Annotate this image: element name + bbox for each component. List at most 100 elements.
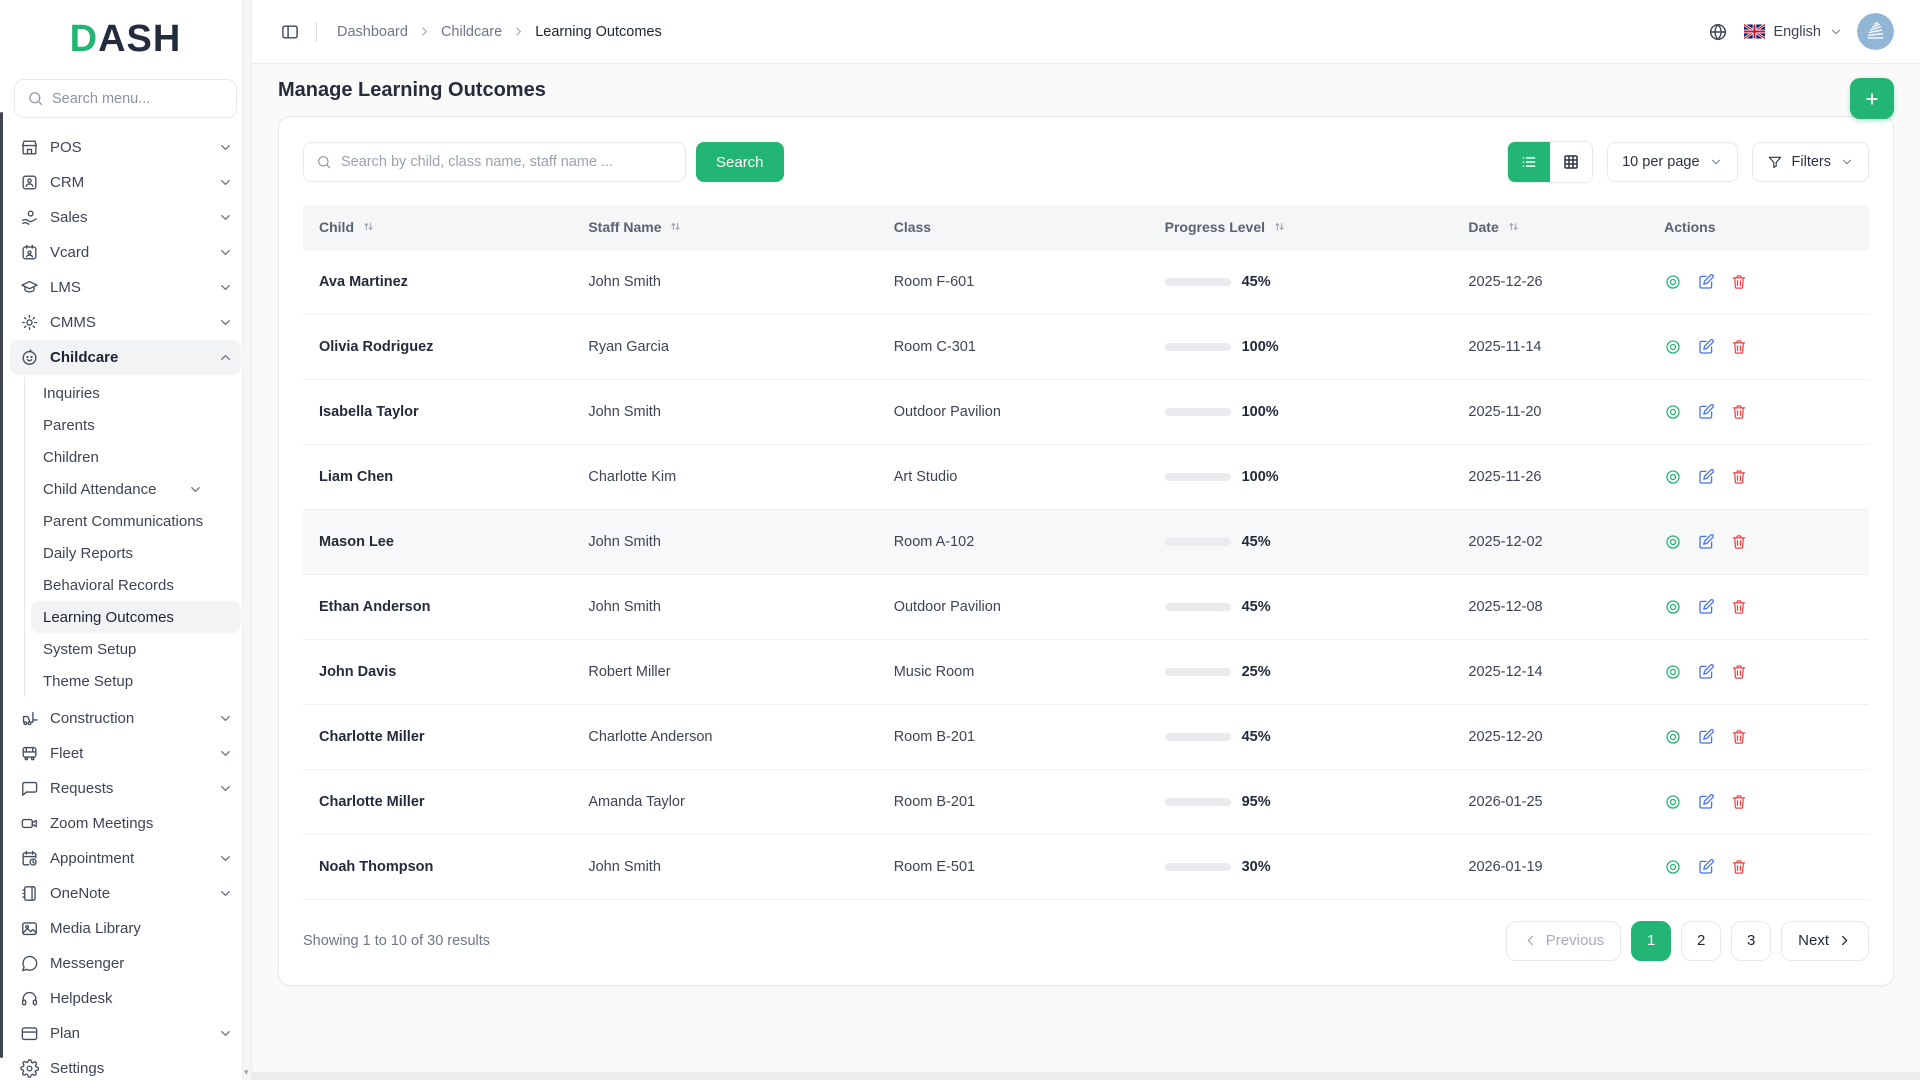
edit-button[interactable] xyxy=(1697,533,1715,551)
sidebar-subitem-label: System Setup xyxy=(43,640,137,658)
sidebar-search[interactable] xyxy=(14,79,237,118)
edit-button[interactable] xyxy=(1697,663,1715,681)
sidebar-item-lms[interactable]: LMS xyxy=(10,270,241,305)
edit-button[interactable] xyxy=(1697,338,1715,356)
cell-class: Room E-501 xyxy=(877,834,1149,900)
sidebar-item-helpdesk[interactable]: Helpdesk xyxy=(10,981,241,1016)
column-header-date[interactable]: Date xyxy=(1452,205,1649,249)
sidebar-item-childcare[interactable]: Childcare xyxy=(10,340,241,375)
sidebar-item-crm[interactable]: CRM xyxy=(10,165,241,200)
grid-view-button[interactable] xyxy=(1550,142,1593,182)
filter-funnel-icon xyxy=(1767,154,1783,170)
view-button[interactable] xyxy=(1664,728,1682,746)
app-logo[interactable]: D ASH xyxy=(0,18,251,61)
sidebar-search-input[interactable] xyxy=(52,90,224,107)
sidebar-item-zoom-meetings[interactable]: Zoom Meetings xyxy=(10,806,241,841)
sidebar-subitem-child-attendance[interactable]: Child Attendance xyxy=(31,473,241,505)
filters-button[interactable]: Filters xyxy=(1751,142,1869,182)
edit-button[interactable] xyxy=(1697,468,1715,486)
search-button[interactable]: Search xyxy=(696,142,784,182)
sidebar-item-pos[interactable]: POS xyxy=(10,130,241,165)
edit-button[interactable] xyxy=(1697,793,1715,811)
sidebar-toggle-button[interactable] xyxy=(278,20,302,44)
table-row: John Davis Robert Miller Music Room 25% 2025… xyxy=(303,639,1869,705)
sidebar-item-settings[interactable]: Settings xyxy=(10,1051,241,1080)
per-page-select[interactable]: 10 per page xyxy=(1607,142,1738,182)
sidebar-subitem-behavioral-records[interactable]: Behavioral Records xyxy=(31,569,241,601)
sidebar-subitem-theme-setup[interactable]: Theme Setup xyxy=(31,665,241,697)
sort-icon[interactable] xyxy=(361,219,376,234)
language-selector[interactable]: English xyxy=(1744,24,1843,40)
cell-class: Room B-201 xyxy=(877,769,1149,835)
table-search-input[interactable] xyxy=(341,154,673,170)
edit-button[interactable] xyxy=(1697,728,1715,746)
delete-button[interactable] xyxy=(1730,663,1748,681)
sidebar-item-vcard[interactable]: Vcard xyxy=(10,235,241,270)
view-button[interactable] xyxy=(1664,663,1682,681)
delete-button[interactable] xyxy=(1730,598,1748,616)
sidebar-item-onenote[interactable]: OneNote xyxy=(10,876,241,911)
view-button[interactable] xyxy=(1664,338,1682,356)
view-button[interactable] xyxy=(1664,468,1682,486)
view-button[interactable] xyxy=(1664,273,1682,291)
table-search[interactable] xyxy=(303,142,686,182)
view-button[interactable] xyxy=(1664,858,1682,876)
sidebar-item-messenger[interactable]: Messenger xyxy=(10,946,241,981)
sidebar-subitem-daily-reports[interactable]: Daily Reports xyxy=(31,537,241,569)
list-view-button[interactable] xyxy=(1508,142,1551,182)
learning-outcomes-table: Child Staff Name Class Progress Level Date Ac… xyxy=(303,205,1869,900)
sidebar-subitem-learning-outcomes[interactable]: Learning Outcomes xyxy=(31,601,241,633)
page-button-2[interactable]: 2 xyxy=(1681,920,1722,961)
sidebar-left-scrollbar-thumb[interactable] xyxy=(0,112,3,1058)
edit-button[interactable] xyxy=(1697,598,1715,616)
cog-icon xyxy=(20,313,39,332)
column-header-child[interactable]: Child xyxy=(303,205,573,249)
delete-button[interactable] xyxy=(1730,273,1748,291)
column-header-staff-name[interactable]: Staff Name xyxy=(572,205,878,249)
breadcrumb-item-childcare[interactable]: Childcare xyxy=(441,24,502,40)
view-toggle xyxy=(1507,141,1594,183)
view-button[interactable] xyxy=(1664,598,1682,616)
sidebar-item-sales[interactable]: Sales xyxy=(10,200,241,235)
page-button-3[interactable]: 3 xyxy=(1731,920,1772,961)
sidebar-item-cmms[interactable]: CMMS xyxy=(10,305,241,340)
sidebar-item-media-library[interactable]: Media Library xyxy=(10,911,241,946)
sidebar-subitem-system-setup[interactable]: System Setup xyxy=(31,633,241,665)
delete-button[interactable] xyxy=(1730,468,1748,486)
sidebar-item-fleet[interactable]: Fleet xyxy=(10,736,241,771)
view-button[interactable] xyxy=(1664,403,1682,421)
delete-button[interactable] xyxy=(1730,533,1748,551)
sidebar-item-requests[interactable]: Requests xyxy=(10,771,241,806)
column-header-progress-level[interactable]: Progress Level xyxy=(1148,205,1453,249)
delete-button[interactable] xyxy=(1730,403,1748,421)
edit-button[interactable] xyxy=(1697,403,1715,421)
sort-icon[interactable] xyxy=(1272,219,1287,234)
globe-icon[interactable] xyxy=(1706,20,1730,44)
previous-page-button[interactable]: Previous xyxy=(1505,920,1622,961)
breadcrumb-item-dashboard[interactable]: Dashboard xyxy=(337,24,408,40)
next-page-button[interactable]: Next xyxy=(1781,920,1869,961)
sidebar-item-appointment[interactable]: Appointment xyxy=(10,841,241,876)
horizontal-scrollbar-track[interactable] xyxy=(252,1072,1920,1080)
sidebar-subitem-inquiries[interactable]: Inquiries xyxy=(31,377,241,409)
view-button[interactable] xyxy=(1664,793,1682,811)
sidebar-item-construction[interactable]: Construction xyxy=(10,701,241,736)
add-learning-outcome-button[interactable] xyxy=(1850,78,1894,119)
avatar[interactable] xyxy=(1857,13,1894,50)
scrollbar-down-arrow-icon[interactable]: ▾ xyxy=(244,1067,249,1078)
sort-icon[interactable] xyxy=(1506,219,1521,234)
delete-button[interactable] xyxy=(1730,728,1748,746)
sidebar-subitem-parent-communications[interactable]: Parent Communications xyxy=(31,505,241,537)
sidebar-subitem-children[interactable]: Children xyxy=(31,441,241,473)
edit-button[interactable] xyxy=(1697,273,1715,291)
view-button[interactable] xyxy=(1664,533,1682,551)
sidebar-item-plan[interactable]: Plan xyxy=(10,1016,241,1051)
sidebar-scrollbar-track[interactable]: ▾ xyxy=(242,0,251,1080)
delete-button[interactable] xyxy=(1730,858,1748,876)
delete-button[interactable] xyxy=(1730,793,1748,811)
sort-icon[interactable] xyxy=(668,219,683,234)
delete-button[interactable] xyxy=(1730,338,1748,356)
edit-button[interactable] xyxy=(1697,858,1715,876)
page-button-1[interactable]: 1 xyxy=(1631,920,1672,961)
sidebar-subitem-parents[interactable]: Parents xyxy=(31,409,241,441)
